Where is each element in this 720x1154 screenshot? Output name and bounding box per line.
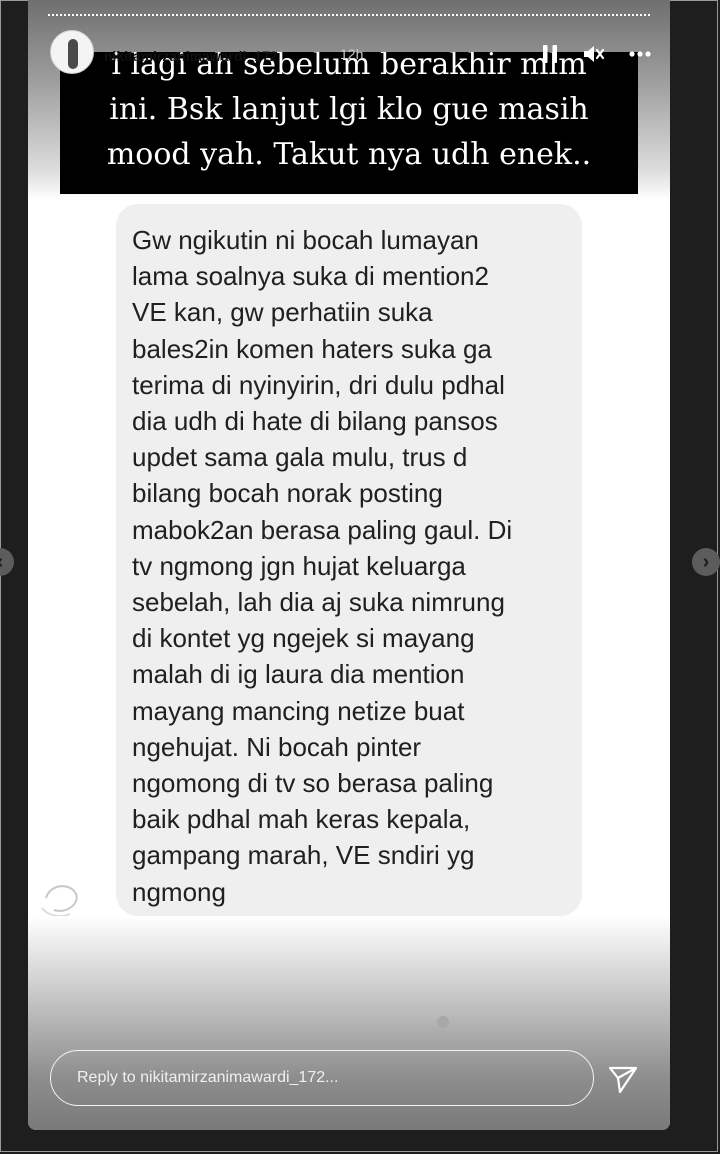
message-line: tv ngmong jgn hujat keluarga [132,550,466,581]
story-viewer[interactable]: i lagi ah sebelum berakhir mlm ini. Bsk … [28,0,670,1130]
next-story-button[interactable]: › [692,548,720,576]
message-line: di kontet yg ngejek si mayang [132,623,475,654]
message-line: ngehujat. Ni bocah pinter [132,731,422,762]
previous-story-button[interactable]: ‹ [0,548,14,576]
message-line: ngmong [132,876,226,907]
reply-input[interactable] [50,1050,594,1106]
message-line: bales2in komen haters suka ga [132,333,492,364]
caption-line: mood yah. Takut nya udh enek.. [106,137,592,172]
chevron-right-icon: › [702,550,710,573]
doodle-decoration [41,885,78,917]
message-line: bilang bocah norak posting [132,478,443,509]
message-bubble: Gw ngikutin ni bocah lumayan lama soalny… [116,204,582,916]
more-horizontal-icon [629,51,651,57]
message-line: mabok2an berasa paling gaul. Di [132,514,513,545]
more-options-button[interactable] [628,42,652,66]
message-line: dia udh di hate di bilang pansos [132,406,498,437]
page-indicator-dot [437,1016,449,1028]
pause-icon [543,45,557,63]
send-icon [608,1066,638,1094]
message-line: malah di ig laura dia mention [132,659,465,690]
message-line: baik pdhal mah keras kepala, [132,804,471,835]
story-timestamp: 12h [340,46,364,62]
chevron-left-icon: ‹ [0,551,3,574]
message-line: mayang mancing netize buat [132,695,465,726]
story-progress-bar [48,14,650,16]
speaker-muted-icon [584,46,605,62]
pause-button[interactable] [538,42,562,66]
message-line: terima di nyinyirin, dri dulu pdhal [132,369,505,400]
message-line: lama soalnya suka di mention2 [132,261,489,292]
message-line: sebelah, lah dia aj suka nimrung [132,587,505,618]
username[interactable]: nikitamirzanimawardi_172 [104,48,278,64]
message-line: updet sama gala mulu, trus d [132,442,468,473]
message-line: gampang marah, VE sndiri yg [132,840,475,871]
send-button[interactable] [606,1062,640,1096]
message-line: VE kan, gw perhatiin suka [132,297,433,328]
avatar[interactable] [50,30,94,74]
message-line: ngomong di tv so berasa paling [132,768,494,799]
story-header: nikitamirzanimawardi_172 12h [50,30,652,80]
caption-line: ini. Bsk lanjut lgi klo gue masih [109,92,589,127]
mute-button[interactable] [582,42,606,66]
message-line: Gw ngikutin ni bocah lumayan [132,225,479,255]
